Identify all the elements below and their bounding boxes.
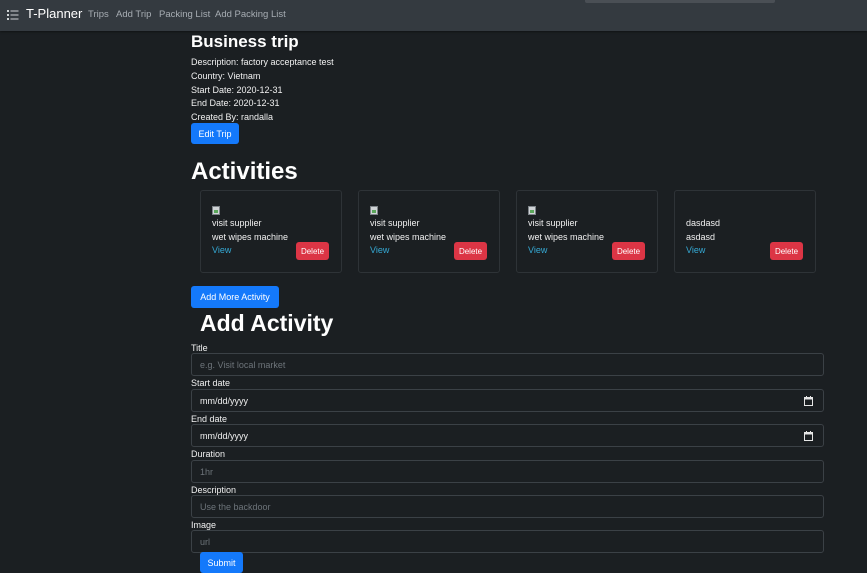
nav-link-packing-list[interactable]: Packing List <box>159 9 210 20</box>
nav-link-add-trip[interactable]: Add Trip <box>116 9 151 20</box>
edit-trip-button[interactable]: Edit Trip <box>191 123 239 144</box>
start-date-label: Start date <box>191 378 231 388</box>
calendar-icon[interactable] <box>804 431 813 441</box>
dropdown-shadow <box>585 0 775 3</box>
activity-title: visit supplier <box>528 218 578 228</box>
list-icon <box>7 10 19 20</box>
submit-button[interactable]: Submit <box>200 552 243 573</box>
duration-input[interactable]: 1hr <box>191 460 824 483</box>
broken-image-icon <box>528 206 536 215</box>
description-input[interactable]: Use the backdoor <box>191 495 824 518</box>
end-date-value: mm/dd/yyyy <box>200 430 249 441</box>
end-date-input[interactable]: mm/dd/yyyy <box>191 424 824 447</box>
trip-start-date: Start Date: 2020-12-31 <box>191 85 283 95</box>
view-activity-link[interactable]: View <box>370 245 389 255</box>
delete-activity-button[interactable]: Delete <box>454 242 487 260</box>
title-placeholder: e.g. Visit local market <box>200 359 286 370</box>
activities-heading: Activities <box>191 158 298 185</box>
activity-title: visit supplier <box>212 218 262 228</box>
activity-description: wet wipes machine <box>370 232 447 242</box>
delete-activity-button[interactable]: Delete <box>296 242 329 260</box>
trip-end-date: End Date: 2020-12-31 <box>191 98 280 108</box>
calendar-icon[interactable] <box>804 396 813 406</box>
image-placeholder: url <box>200 536 211 547</box>
brand-name[interactable]: T-Planner <box>26 6 82 21</box>
activity-title: visit supplier <box>370 218 420 228</box>
view-activity-link[interactable]: View <box>528 245 547 255</box>
duration-placeholder: 1hr <box>200 466 214 477</box>
image-label: Image <box>191 520 217 530</box>
title-label: Title <box>191 343 208 353</box>
activity-card: visit supplier wet wipes machine View De… <box>200 190 342 273</box>
duration-label: Duration <box>191 449 226 459</box>
broken-image-icon <box>370 206 378 215</box>
image-url-input[interactable]: url <box>191 530 824 553</box>
view-activity-link[interactable]: View <box>686 245 705 255</box>
activity-description: wet wipes machine <box>212 232 289 242</box>
start-date-input[interactable]: mm/dd/yyyy <box>191 389 824 412</box>
description-placeholder: Use the backdoor <box>200 501 271 512</box>
activity-card: visit supplier wet wipes machine View De… <box>516 190 658 273</box>
add-more-activity-button[interactable]: Add More Activity <box>191 286 279 308</box>
delete-activity-button[interactable]: Delete <box>612 242 645 260</box>
description-label: Description <box>191 485 237 495</box>
nav-link-add-packing-list[interactable]: Add Packing List <box>215 9 286 20</box>
delete-activity-button[interactable]: Delete <box>770 242 803 260</box>
trip-description: Description: factory acceptance test <box>191 57 334 67</box>
nav-link-trips[interactable]: Trips <box>88 9 109 20</box>
activity-card: dasdasd asdasd View Delete <box>674 190 816 273</box>
navbar: T-Planner Trips Add Trip Packing List Ad… <box>0 0 867 31</box>
activity-description: asdasd <box>686 232 716 242</box>
start-date-value: mm/dd/yyyy <box>200 395 249 406</box>
view-activity-link[interactable]: View <box>212 245 231 255</box>
trip-title: Business trip <box>191 32 299 51</box>
activity-card: visit supplier wet wipes machine View De… <box>358 190 500 273</box>
end-date-label: End date <box>191 414 228 424</box>
add-activity-heading: Add Activity <box>200 310 334 336</box>
title-input[interactable]: e.g. Visit local market <box>191 353 824 376</box>
trip-created-by: Created By: randalla <box>191 112 274 122</box>
trip-country: Country: Vietnam <box>191 71 261 81</box>
broken-image-icon <box>212 206 220 215</box>
activity-title: dasdasd <box>686 218 721 228</box>
activity-description: wet wipes machine <box>528 232 605 242</box>
